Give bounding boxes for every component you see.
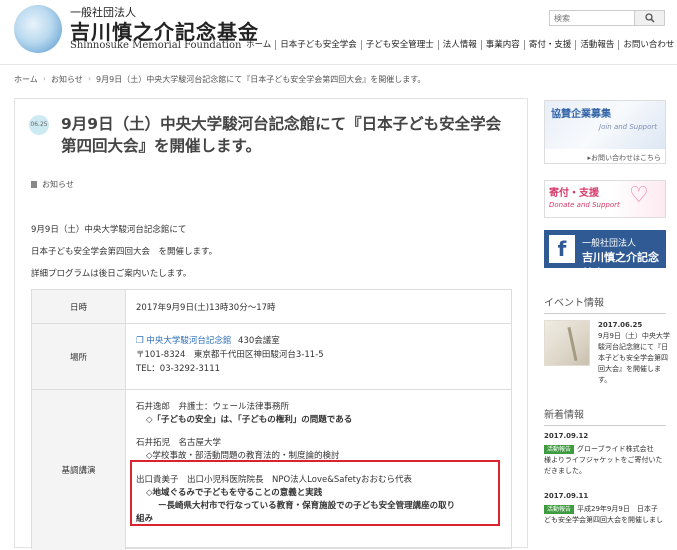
- table-cell-place: ❐ 中央大学駿河台記念館 430会議室 〒101-8324 東京都千代田区神田駿…: [136, 334, 496, 384]
- news-text-cont[interactable]: だきました。: [544, 466, 669, 477]
- place-room: 430会議室: [238, 336, 280, 346]
- table-header-date: 日時: [32, 290, 126, 323]
- breadcrumb-separator-icon: ›: [42, 74, 46, 83]
- external-link-icon: ❐: [136, 336, 144, 346]
- news-text[interactable]: グローブライド株式会社: [577, 445, 654, 453]
- breadcrumb-home[interactable]: ホーム: [14, 74, 38, 85]
- main-nav: ホーム 日本子ども安全学会 子ども安全管理士 法人情報 事業内容 寄付・支援 活…: [246, 38, 677, 52]
- place-address: 〒101-8324 東京都千代田区神田駿河台3-11-5: [136, 350, 324, 360]
- post-body-line: 9月9日（土）中央大学駿河台記念館にて: [31, 225, 187, 235]
- post-title-line2: 第四回大会』を開催します。: [61, 137, 261, 155]
- sponsor-banner[interactable]: 協賛企業募集 Join and Support ▸お問い合わせはこちら: [544, 100, 666, 164]
- news-item-line[interactable]: 活動報告 グローブライド株式会社: [544, 444, 669, 455]
- nav-society[interactable]: 日本子ども安全学会: [275, 40, 361, 50]
- search-button[interactable]: [634, 11, 664, 25]
- table-row-date: 日時 2017年9月9日(土)13時30分〜17時: [32, 290, 511, 324]
- breadcrumb-separator-icon: ›: [87, 74, 92, 83]
- facebook-icon: f: [549, 235, 575, 263]
- logo-org-english[interactable]: Shinnosuke Memorial Foundation: [70, 40, 241, 51]
- news-date: 2017.09.12: [544, 432, 589, 440]
- news-date: 2017.09.11: [544, 492, 589, 500]
- facebook-org-type: 一般社団法人: [582, 239, 637, 249]
- news-badge[interactable]: 活動報告: [544, 505, 575, 514]
- nav-business[interactable]: 事業内容: [480, 40, 524, 50]
- post-article: 06.25 9月9日（土）中央大学駿河台記念館にて『日本子ども安全学会 第四回大…: [14, 98, 528, 550]
- pen-icon: [567, 327, 578, 361]
- nav-contact[interactable]: お問い合わせ: [618, 40, 677, 50]
- nav-safety-manager[interactable]: 子ども安全管理士: [360, 40, 438, 50]
- event-date: 2017.06.25: [598, 321, 643, 329]
- facebook-org-name: 吉川慎之介記念基金: [582, 251, 659, 280]
- donate-banner[interactable]: 寄付・支援 Donate and Support ♡: [544, 180, 666, 218]
- table-header-place: 場所: [32, 324, 126, 389]
- talk-1: ◇「子どもの安全」は、「子どもの権利」の問題である: [146, 415, 353, 425]
- speaker-2: 石井拓児 名古屋大学: [136, 438, 222, 448]
- post-category[interactable]: お知らせ: [31, 179, 74, 190]
- speaker-1: 石井逸郎 弁護士：ウェール法律事務所: [136, 402, 290, 412]
- breadcrumb: ホーム › お知らせ › 9月9日（土）中央大学駿河台記念館にて『日本子ども安全…: [14, 74, 425, 85]
- breadcrumb-news[interactable]: お知らせ: [51, 74, 83, 85]
- post-body-line: 日本子ども安全学会第四回大会 を開催します。: [31, 247, 218, 257]
- news-text-cont[interactable]: 様よりライフジャケットをご寄付いた: [544, 455, 669, 466]
- sponsor-subtitle: Join and Support: [599, 123, 658, 131]
- folder-icon: [31, 181, 37, 188]
- post-title-line1: 9月9日（土）中央大学駿河台記念館にて『日本子ども安全学会: [61, 115, 502, 133]
- search-icon: [645, 13, 655, 23]
- place-link[interactable]: 中央大学駿河台記念館: [146, 336, 231, 346]
- news-text-cont[interactable]: ども安全学会第四回大会を開催しまし: [544, 515, 669, 526]
- heart-icon: ♡: [629, 183, 649, 208]
- table-header-lecture: 基調講演: [32, 390, 126, 550]
- table-cell-date: 2017年9月9日(土)13時30分〜17時: [136, 303, 276, 313]
- news-heading: 新着情報: [544, 406, 666, 426]
- site-header: 一般社団法人 吉川慎之介記念基金 Shinnosuke Memorial Fou…: [0, 0, 677, 62]
- event-thumbnail[interactable]: [544, 320, 590, 366]
- nav-corporate-info[interactable]: 法人情報: [437, 40, 481, 50]
- post-category-label: お知らせ: [42, 180, 74, 189]
- event-heading: イベント情報: [544, 294, 666, 314]
- post-date-badge: 06.25: [29, 115, 49, 135]
- place-name-line: ❐ 中央大学駿河台記念館 430会議室: [136, 334, 280, 346]
- sponsor-title: 協賛企業募集: [551, 109, 611, 120]
- nav-activity-report[interactable]: 活動報告: [575, 40, 618, 50]
- donate-subtitle: Donate and Support: [549, 201, 620, 209]
- news-item-line[interactable]: 活動報告 平成29年9月9日 日本子: [544, 504, 669, 515]
- search-input[interactable]: [552, 11, 632, 25]
- search-box: [549, 10, 665, 26]
- logo-mark[interactable]: [14, 5, 62, 53]
- news-text[interactable]: 平成29年9月9日 日本子: [577, 505, 658, 513]
- header-divider: [0, 64, 677, 65]
- facebook-banner[interactable]: f 一般社団法人 吉川慎之介記念基金: [544, 230, 666, 280]
- sponsor-contact-link[interactable]: ▸お問い合わせはこちら: [587, 153, 661, 163]
- post-body-line: 詳細プログラムは後日ご案内いたします。: [31, 269, 192, 279]
- breadcrumb-current: 9月9日（土）中央大学駿河台記念館にて『日本子ども安全学会第四回大会』を開催しま…: [96, 75, 426, 84]
- place-tel: TEL：03-3292-3111: [136, 364, 221, 374]
- nav-home[interactable]: ホーム: [246, 40, 275, 50]
- event-info-table: 日時 2017年9月9日(土)13時30分〜17時 場所 ❐ 中央大学駿河台記念…: [31, 289, 512, 550]
- sponsor-banner-image: 協賛企業募集 Join and Support: [545, 101, 665, 149]
- table-row-place: 場所 ❐ 中央大学駿河台記念館 430会議室 〒101-8324 東京都千代田区…: [32, 324, 511, 390]
- nav-donate[interactable]: 寄付・支援: [523, 40, 576, 50]
- news-badge[interactable]: 活動報告: [544, 445, 575, 454]
- event-link[interactable]: 9月9日（土）中央大学駿河台記念館にて『日本子ども安全学会第四回大会』を開催しま…: [598, 331, 670, 386]
- highlight-box: [130, 460, 500, 526]
- donate-title: 寄付・支援: [549, 188, 599, 199]
- post-title: 9月9日（土）中央大学駿河台記念館にて『日本子ども安全学会 第四回大会』を開催し…: [61, 113, 521, 157]
